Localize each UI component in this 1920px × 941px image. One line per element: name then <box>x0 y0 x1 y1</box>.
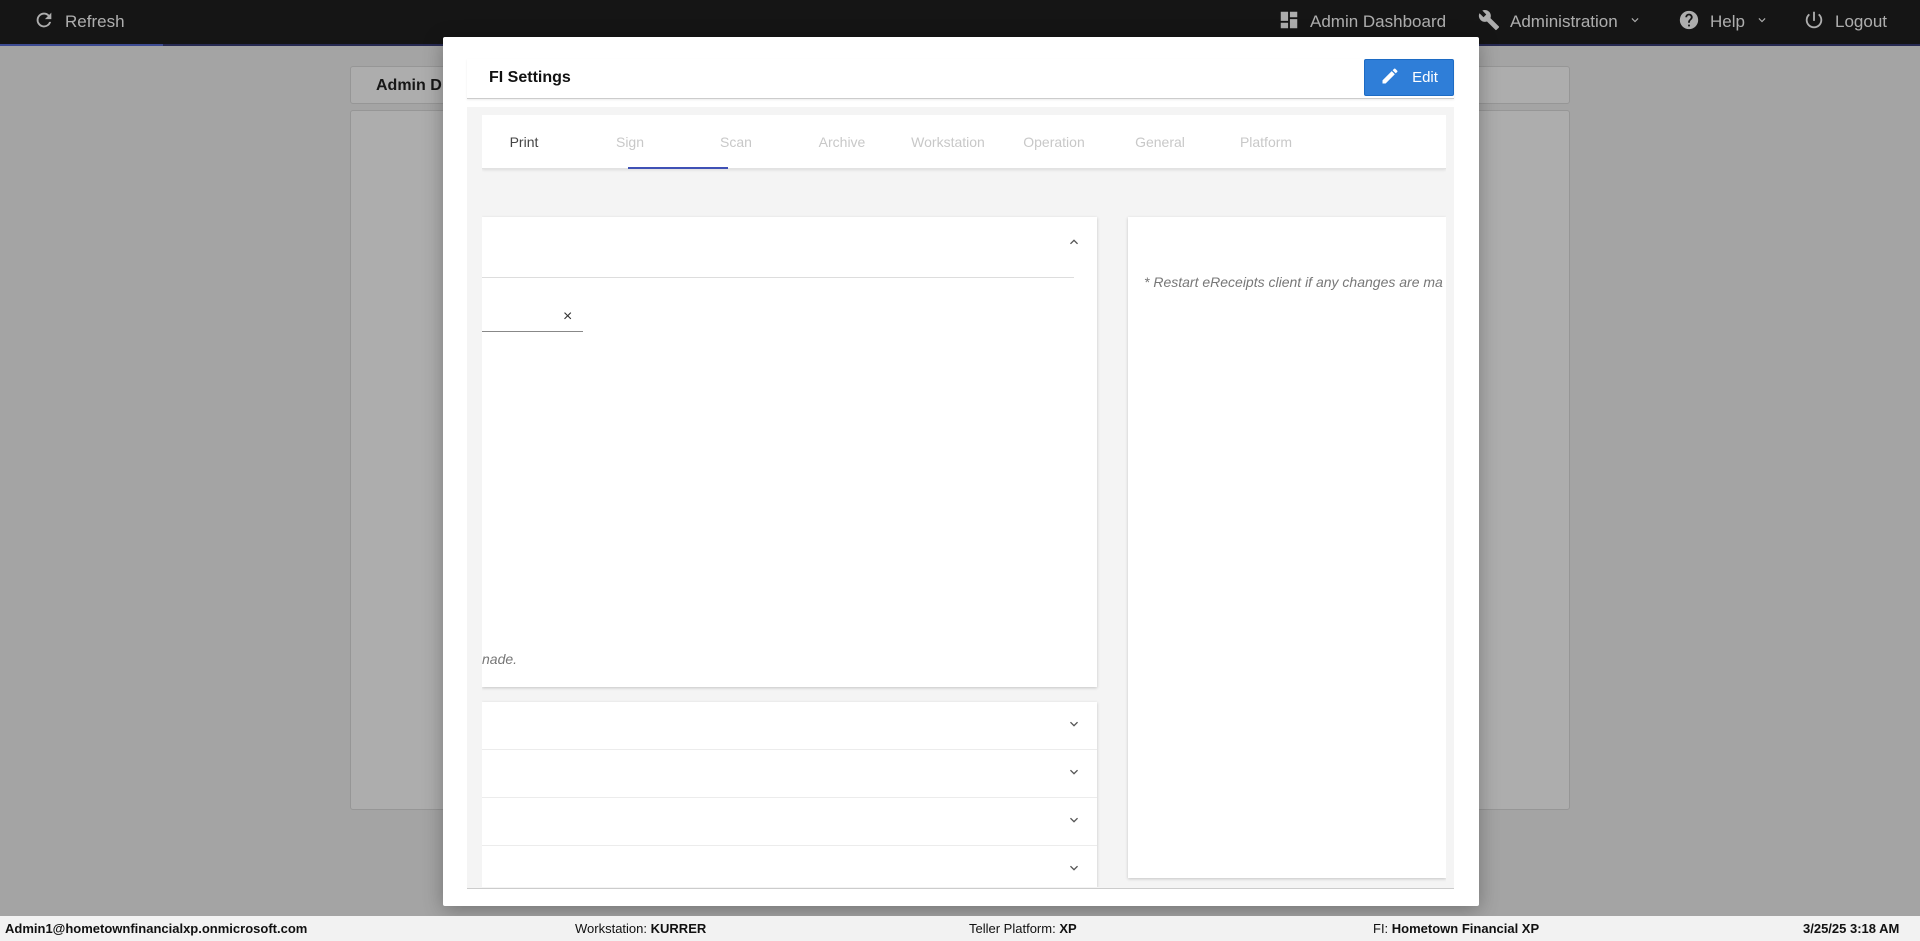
restart-note-text: nade. <box>482 651 518 667</box>
dialog-title: FI Settings <box>489 69 571 86</box>
expand-panel-button[interactable] <box>1063 811 1085 833</box>
fi-label: FI: <box>1373 921 1389 936</box>
expansion-panel-header[interactable] <box>482 217 1074 278</box>
restart-client-note: * Restart eReceipts client if any change… <box>1144 274 1443 290</box>
collapsed-panel-row[interactable] <box>482 846 1097 887</box>
pencil-icon <box>1380 66 1400 90</box>
collapsed-panels-group <box>482 702 1097 887</box>
current-user: Admin1@hometownfinancialxp.onmicrosoft.c… <box>5 921 308 936</box>
teller-platform-value: XP <box>1059 921 1077 936</box>
workstation-value: KURRER <box>650 921 707 936</box>
current-datetime: 3/25/25 3:18 AM <box>1803 921 1900 936</box>
status-bar: Admin1@hometownfinancialxp.onmicrosoft.c… <box>0 916 1920 941</box>
tab-archive[interactable]: Archive <box>789 115 895 169</box>
chevron-up-icon <box>1066 234 1082 255</box>
teller-platform-label: Teller Platform: <box>969 921 1056 936</box>
fi-settings-dialog: FI Settings Edit Print Sign Scan Archive… <box>443 37 1479 906</box>
active-tab-indicator <box>628 167 728 169</box>
workstation-status: Workstation: KURRER <box>575 921 706 936</box>
edit-label: Edit <box>1412 69 1438 86</box>
collapsed-panel-row[interactable] <box>482 702 1097 750</box>
chevron-down-icon <box>1066 764 1082 785</box>
tab-print[interactable]: Print <box>482 115 577 169</box>
tab-scan[interactable]: Scan <box>683 115 789 169</box>
fi-status: FI: Hometown Financial XP <box>1373 921 1539 936</box>
collapse-panel-button[interactable] <box>1063 233 1085 255</box>
expand-panel-button[interactable] <box>1063 715 1085 737</box>
fi-value: Hometown Financial XP <box>1391 921 1540 936</box>
collapsed-panel-row[interactable] <box>482 798 1097 846</box>
tab-general[interactable]: General <box>1107 115 1213 169</box>
settings-content-area: Print Sign Scan Archive Workstation Oper… <box>482 115 1446 887</box>
clear-input-icon[interactable]: × <box>563 309 572 325</box>
dialog-header: FI Settings Edit <box>467 59 1454 99</box>
edit-button[interactable]: Edit <box>1364 59 1454 96</box>
collapsed-panel-row[interactable] <box>482 750 1097 798</box>
settings-expansion-panel: × nade. <box>482 217 1097 687</box>
chevron-down-icon <box>1066 812 1082 833</box>
teller-platform-status: Teller Platform: XP <box>969 921 1077 936</box>
settings-tab-bar: Print Sign Scan Archive Workstation Oper… <box>482 115 1446 169</box>
tab-platform[interactable]: Platform <box>1213 115 1319 169</box>
tab-workstation[interactable]: Workstation <box>895 115 1001 169</box>
chevron-down-icon <box>1066 860 1082 881</box>
workstation-label: Workstation: <box>575 921 648 936</box>
expand-panel-button[interactable] <box>1063 859 1085 881</box>
preview-card: * Restart eReceipts client if any change… <box>1128 217 1446 878</box>
tab-operation[interactable]: Operation <box>1001 115 1107 169</box>
tab-sign[interactable]: Sign <box>577 115 683 169</box>
chevron-down-icon <box>1066 716 1082 737</box>
expand-panel-button[interactable] <box>1063 763 1085 785</box>
